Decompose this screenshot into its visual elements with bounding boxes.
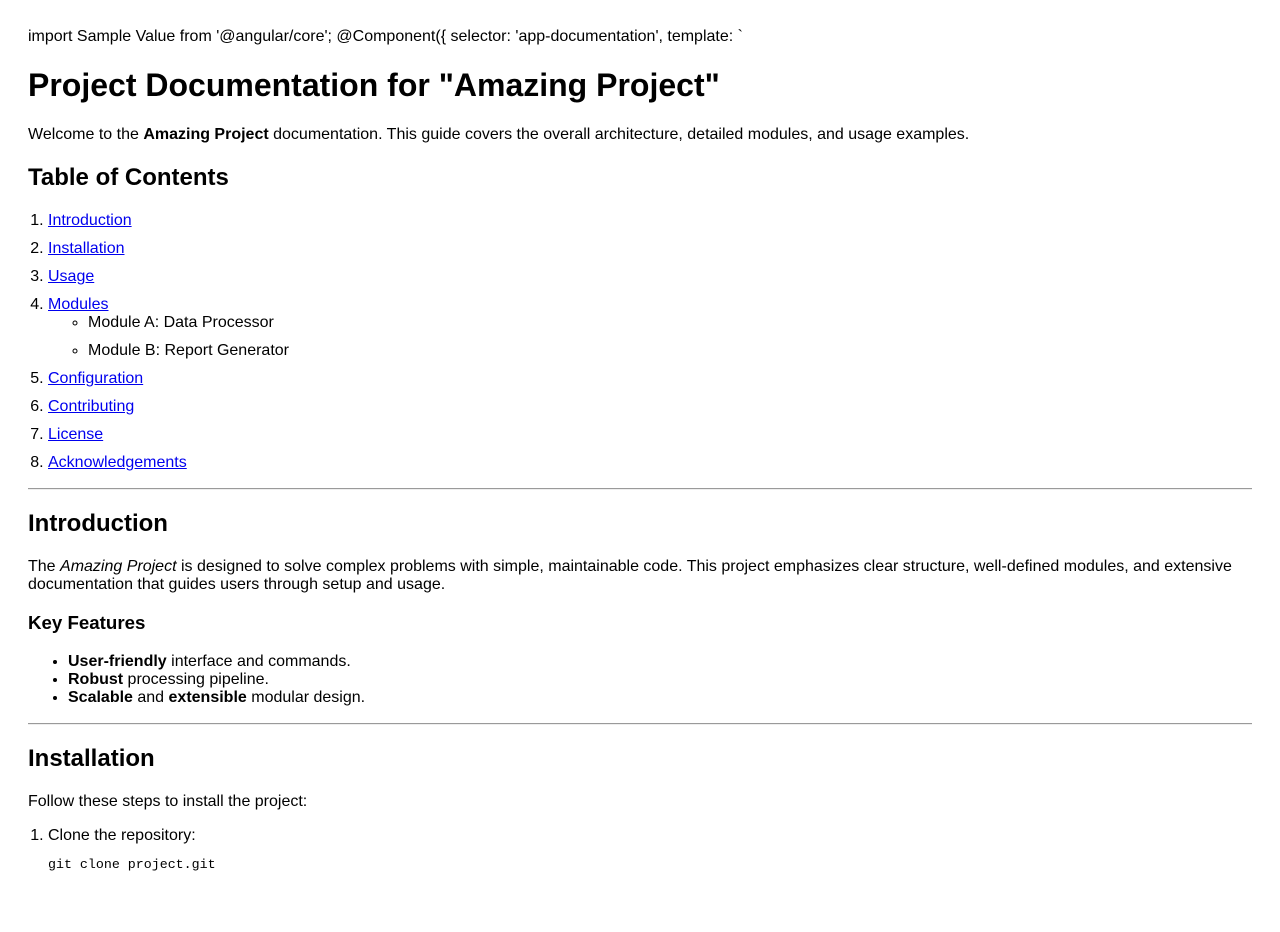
intro-body-suffix: is designed to solve complex problems wi… xyxy=(28,558,1232,593)
toc-item: Contributing xyxy=(48,398,648,416)
step-label: Clone the repository: xyxy=(48,827,196,844)
feature-bold: Scalable xyxy=(68,689,133,706)
welcome-paragraph: Welcome to the Amazing Project documenta… xyxy=(28,126,969,144)
toc-item: License xyxy=(48,426,648,444)
toc-link-contributing[interactable]: Contributing xyxy=(48,398,134,415)
toc-link-usage[interactable]: Usage xyxy=(48,268,94,285)
installation-intro: Follow these steps to install the projec… xyxy=(28,793,308,810)
toc-link-modules[interactable]: Modules xyxy=(48,296,108,313)
welcome-suffix: documentation. This guide covers the ove… xyxy=(268,126,970,143)
feature-text: interface and commands. xyxy=(166,653,351,670)
feature-bold: Robust xyxy=(68,671,124,688)
toc-link-introduction[interactable]: Introduction xyxy=(48,212,132,229)
toc-link-license[interactable]: License xyxy=(48,426,103,443)
feature-item: User-friendly interface and commands. xyxy=(68,653,365,671)
toc-item: Configuration xyxy=(48,370,648,388)
toc-subitem-module-a: Module A: Data Processor xyxy=(88,314,648,332)
introduction-paragraph: The Amazing Project is designed to solve… xyxy=(28,558,1252,594)
key-features-list: User-friendly interface and commands. Ro… xyxy=(28,653,365,707)
feature-text: processing pipeline. xyxy=(123,671,269,688)
toc-heading: Table of Contents xyxy=(28,164,229,191)
toc-item: Modules Module A: Data Processor Module … xyxy=(48,296,648,360)
feature-bold: User-friendly xyxy=(68,653,167,670)
toc-item: Acknowledgements xyxy=(48,454,648,472)
code-snippet: git clone project.git xyxy=(48,857,216,872)
feature-text: modular design. xyxy=(246,689,366,706)
section-divider xyxy=(28,723,1252,725)
welcome-prefix: Welcome to the xyxy=(28,126,144,143)
feature-bold: extensible xyxy=(168,689,247,706)
feature-item: Scalable and extensible modular design. xyxy=(68,689,365,707)
feature-text: and xyxy=(132,689,169,706)
installation-step: Clone the repository: git clone project.… xyxy=(48,827,216,873)
intro-body-project: Amazing Project xyxy=(60,558,177,575)
toc-link-acknowledgements[interactable]: Acknowledgements xyxy=(48,454,187,471)
installation-heading: Installation xyxy=(28,745,155,772)
section-divider xyxy=(28,488,1252,490)
toc-item: Introduction xyxy=(48,212,648,230)
import-statement: import Sample Value from '@angular/core'… xyxy=(28,28,743,45)
welcome-project-name: Amazing Project xyxy=(143,126,269,143)
toc-link-configuration[interactable]: Configuration xyxy=(48,370,143,387)
toc-subitem-module-b: Module B: Report Generator xyxy=(88,342,648,360)
toc-link-installation[interactable]: Installation xyxy=(48,240,125,257)
table-of-contents: Introduction Installation Usage Modules … xyxy=(28,212,648,482)
toc-item: Installation xyxy=(48,240,648,258)
intro-body-prefix: The xyxy=(28,558,61,575)
feature-item: Robust processing pipeline. xyxy=(68,671,365,689)
toc-item: Usage xyxy=(48,268,648,286)
installation-steps: Clone the repository: git clone project.… xyxy=(28,827,216,873)
introduction-heading: Introduction xyxy=(28,510,168,537)
toc-modules-sublist: Module A: Data Processor Module B: Repor… xyxy=(48,314,648,360)
page-title: Project Documentation for "Amazing Proje… xyxy=(28,67,720,103)
key-features-heading: Key Features xyxy=(28,612,146,633)
